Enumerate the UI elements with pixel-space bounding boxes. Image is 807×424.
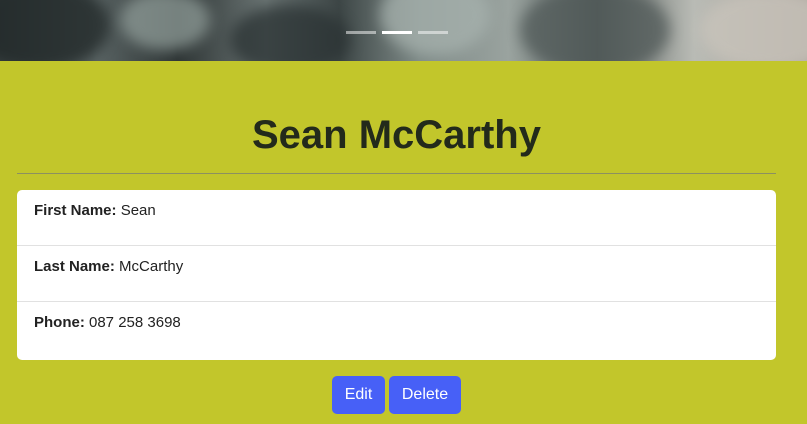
carousel-indicators [346,31,448,34]
first-name-value: Sean [120,202,156,219]
carousel-indicator-3[interactable] [418,31,448,34]
phone-label: Phone: [34,314,89,331]
edit-button[interactable]: Edit [332,376,385,414]
hero-banner-image [0,0,807,61]
first-name-label: First Name: [34,202,121,219]
carousel-indicator-1[interactable] [346,31,376,34]
phone-row: Phone: 087 258 3698 [17,302,776,360]
last-name-row: Last Name: McCarthy [17,246,776,302]
last-name-label: Last Name: [34,258,120,275]
phone-value: 087 258 3698 [89,314,181,331]
first-name-row: First Name: Sean [17,190,776,246]
delete-button[interactable]: Delete [389,376,461,414]
page-title: Sean McCarthy [252,113,541,157]
title-divider [17,173,776,174]
last-name-value: McCarthy [119,258,184,275]
profile-details-card: First Name: Sean Last Name: McCarthy Pho… [17,190,776,360]
carousel-indicator-2[interactable] [382,31,412,34]
